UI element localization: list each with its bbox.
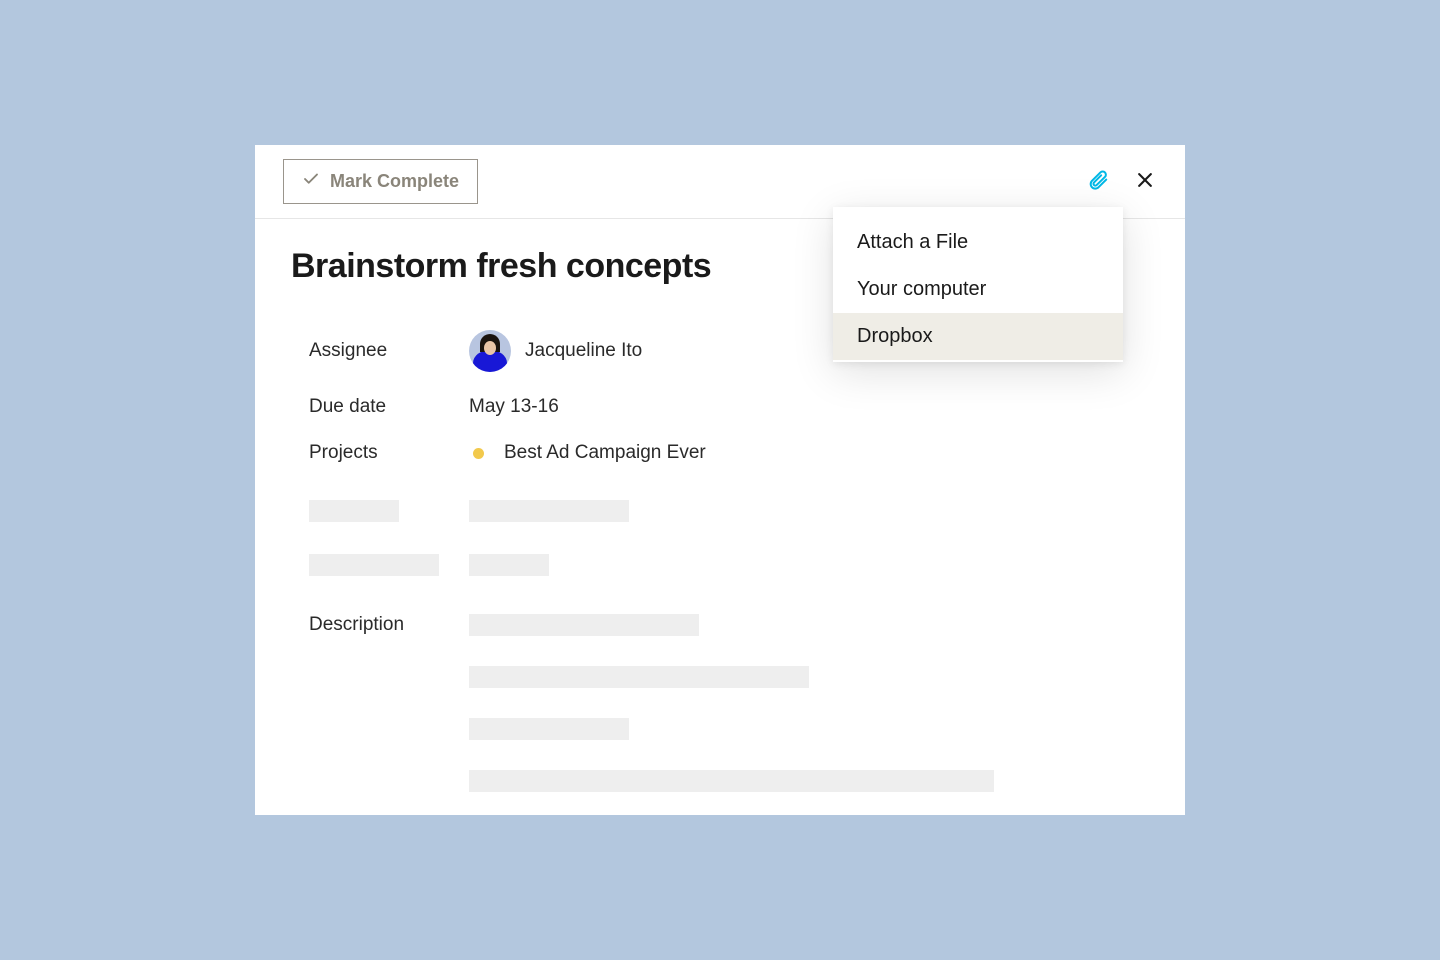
placeholder-label — [309, 500, 399, 522]
due-date-row: Due date May 13-16 — [291, 384, 1149, 430]
mark-complete-label: Mark Complete — [330, 171, 459, 192]
placeholder-line — [469, 770, 994, 792]
close-button[interactable] — [1133, 168, 1157, 195]
attach-menu-title: Attach a File — [833, 221, 1123, 266]
header-actions — [1085, 167, 1157, 196]
paperclip-icon — [1087, 169, 1109, 194]
task-detail-card: Mark Complete Attach a Fil — [255, 145, 1185, 815]
description-label: Description — [309, 614, 469, 636]
description-value[interactable] — [469, 614, 1131, 792]
placeholder-row-2 — [291, 542, 1149, 588]
due-date-label: Due date — [309, 396, 469, 418]
placeholder-line — [469, 718, 629, 740]
assignee-label: Assignee — [309, 340, 469, 362]
attach-button[interactable] — [1085, 167, 1111, 196]
placeholder-row-1 — [291, 488, 1149, 534]
placeholder-line — [469, 614, 699, 636]
check-icon — [302, 170, 320, 193]
description-row: Description — [291, 602, 1149, 804]
attach-menu-item-your-computer[interactable]: Your computer — [833, 266, 1123, 313]
attach-file-menu: Attach a File Your computer Dropbox — [833, 207, 1123, 362]
attach-menu-item-dropbox[interactable]: Dropbox — [833, 313, 1123, 360]
project-color-dot — [473, 448, 484, 459]
projects-label: Projects — [309, 442, 469, 464]
placeholder-value — [469, 500, 629, 522]
placeholder-line — [469, 666, 809, 688]
placeholder-value — [469, 554, 549, 576]
close-icon — [1135, 170, 1155, 193]
project-name: Best Ad Campaign Ever — [504, 442, 706, 464]
assignee-value[interactable]: Jacqueline Ito — [469, 330, 642, 372]
assignee-name: Jacqueline Ito — [525, 340, 642, 362]
placeholder-label — [309, 554, 439, 576]
mark-complete-button[interactable]: Mark Complete — [283, 159, 478, 204]
projects-row: Projects Best Ad Campaign Ever — [291, 430, 1149, 476]
due-date-value[interactable]: May 13-16 — [469, 396, 559, 418]
projects-value[interactable]: Best Ad Campaign Ever — [469, 442, 706, 464]
avatar — [469, 330, 511, 372]
